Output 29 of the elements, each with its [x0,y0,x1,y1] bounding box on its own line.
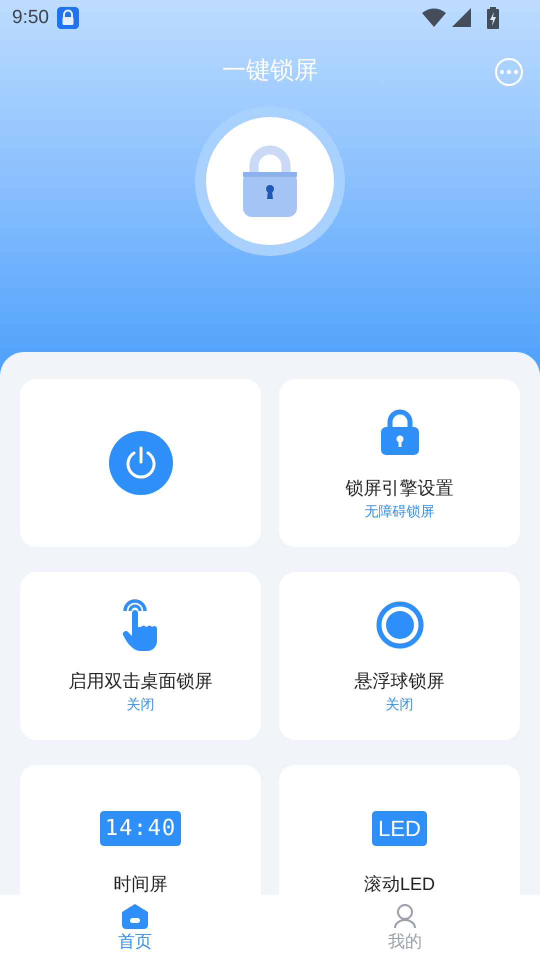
feature-card[interactable]: 悬浮球锁屏 关闭 [279,572,520,740]
card-subtitle: 无障碍锁屏 [364,502,434,520]
card-subtitle: 关闭 [386,694,414,714]
feature-card[interactable]: LED 滚动LED [279,765,520,895]
lock-app-icon [56,7,79,29]
padlock-icon [380,408,418,454]
feature-card[interactable]: 锁屏引擎设置 无障碍锁屏 [279,379,520,547]
wifi-icon [422,8,446,28]
clock-icon: 14:40 [100,810,182,846]
card-subtitle: 关闭 [126,694,154,714]
home-icon [120,902,150,928]
card-title: 滚动LED [364,873,435,895]
feature-card[interactable]: 14:40 时间屏 [20,765,261,895]
padlock-icon [243,145,297,217]
card-title: 锁屏引擎设置 [346,476,454,500]
person-icon [392,902,418,928]
feature-card[interactable]: 启用双击桌面锁屏 关闭 [20,572,261,740]
signal-icon [452,8,472,28]
status-time: 9:50 [12,6,49,30]
feature-card[interactable] [20,379,261,547]
card-title: 悬浮球锁屏 [354,670,444,692]
card-title: 启用双击桌面锁屏 [68,670,212,692]
card-title: 时间屏 [114,873,168,895]
app-title: 一键锁屏 [222,56,318,86]
battery-icon [486,7,500,29]
power-icon [108,431,172,495]
led-icon: LED [372,810,427,846]
circle-icon [376,600,424,648]
more-button[interactable] [495,58,523,86]
